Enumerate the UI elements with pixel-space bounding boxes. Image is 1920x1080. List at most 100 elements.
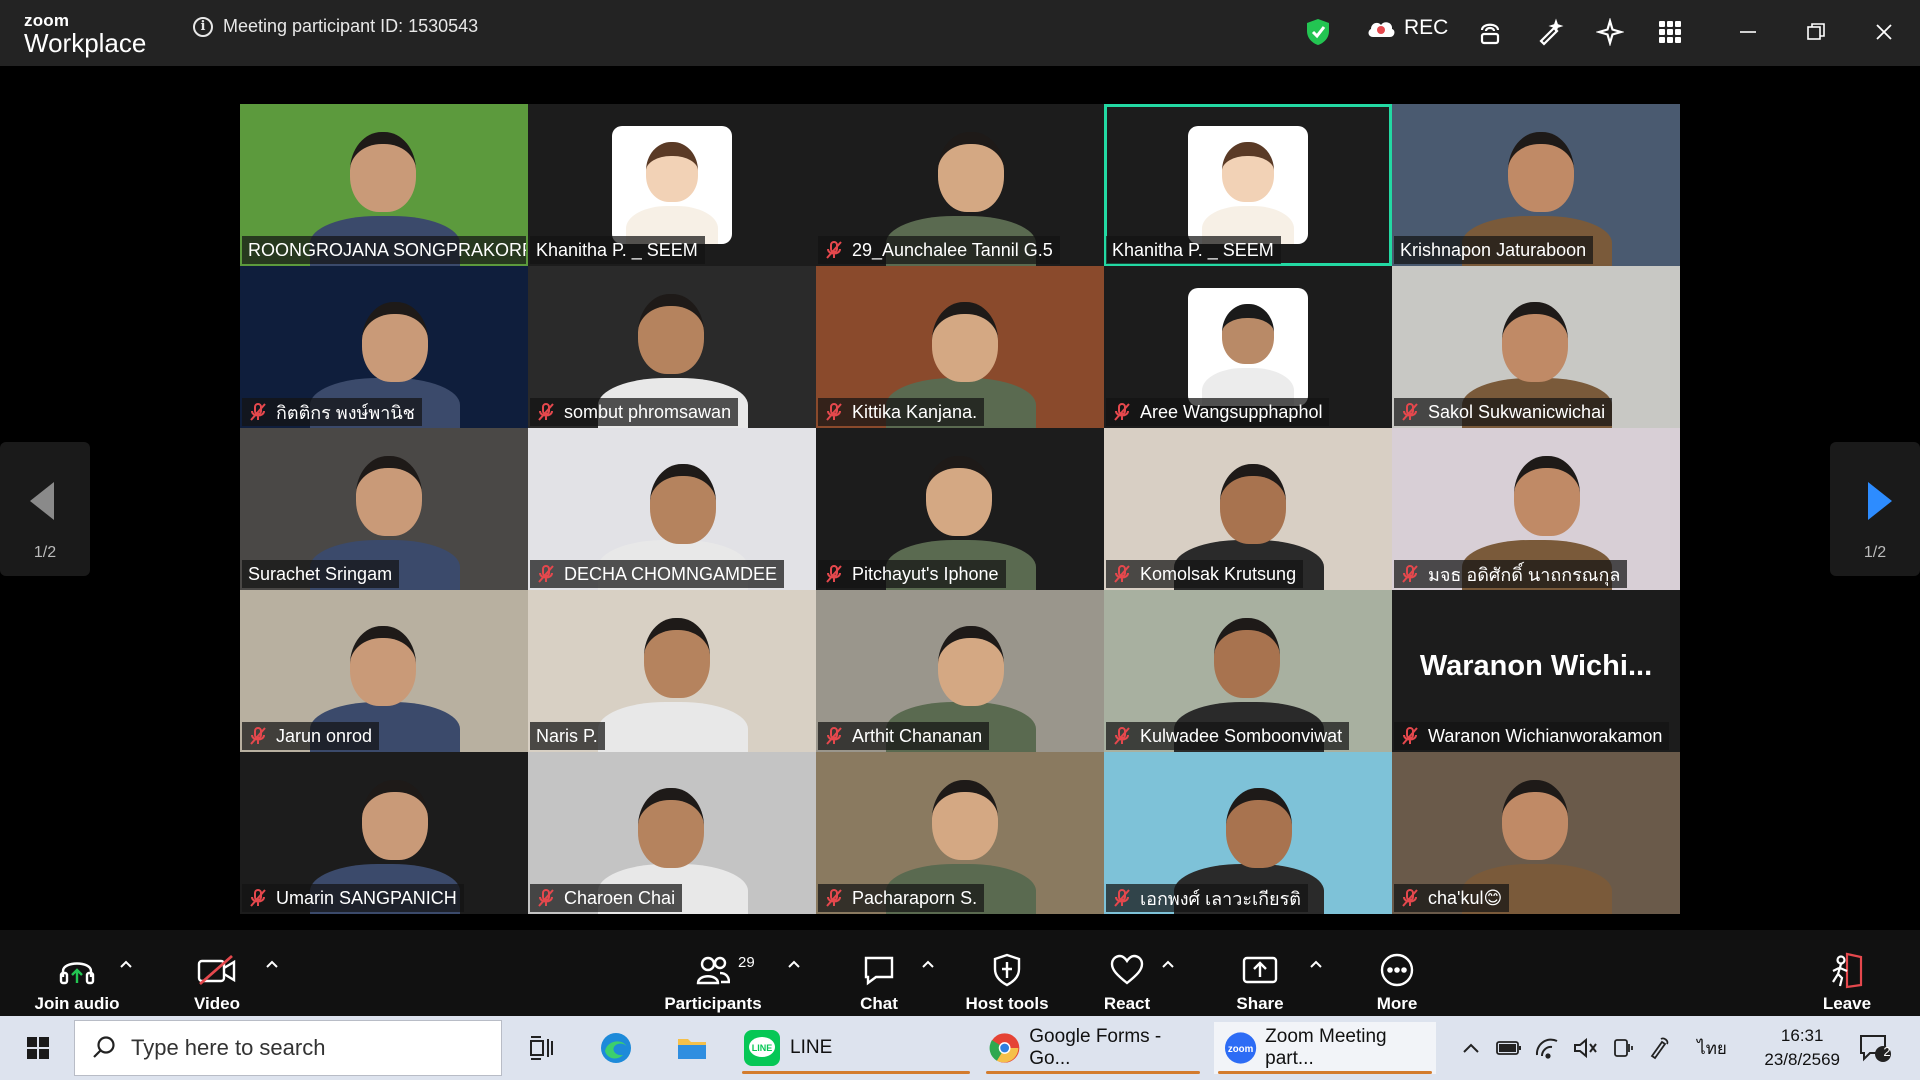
participant-tile[interactable]: cha'kul😊 (1392, 752, 1680, 914)
participant-tile[interactable]: Jarun onrod (240, 590, 528, 752)
participants-options-caret[interactable] (784, 954, 804, 974)
edge-icon (601, 1033, 631, 1063)
taskbar-app-open-indicator (1218, 1071, 1432, 1074)
mic-muted-icon (538, 403, 554, 421)
participant-name: Pacharaporn S. (852, 887, 978, 908)
react-options-caret[interactable] (1158, 954, 1178, 974)
participant-name-label: Jarun onrod (242, 722, 380, 750)
mic-muted-icon (826, 403, 842, 421)
taskbar-app-chrome[interactable]: Google Forms - Go... (982, 1022, 1204, 1074)
participant-tile[interactable]: Charoen Chai (528, 752, 816, 914)
participant-tile[interactable]: ROONGROJANA SONGPRAKORP (240, 104, 528, 266)
tray-overflow-button[interactable] (1454, 1022, 1488, 1074)
pen-menu-icon[interactable] (1642, 1022, 1676, 1074)
volume-muted-icon[interactable] (1568, 1022, 1602, 1074)
participant-name: Sakol Sukwanicwichai (1428, 401, 1606, 422)
phone-link-icon[interactable] (1606, 1022, 1640, 1074)
participant-tile[interactable]: Sakol Sukwanicwichai (1392, 266, 1680, 428)
more-button[interactable]: More (1332, 950, 1462, 1014)
video-label: Video (194, 994, 240, 1013)
participant-tile[interactable]: Pacharaporn S. (816, 752, 1104, 914)
previous-page-button[interactable]: 1/2 (0, 442, 90, 576)
participants-count: 29 (738, 954, 755, 971)
video-options-caret[interactable] (262, 954, 282, 974)
participant-name: มจธ อดิศักดิ์ นาถกรณกุล (1428, 564, 1621, 585)
svg-text:LINE: LINE (752, 1043, 773, 1053)
participant-tile[interactable]: Aree Wangsupphaphol (1104, 266, 1392, 428)
live-transcript-icon[interactable] (1474, 16, 1506, 48)
participant-tile[interactable]: DECHA CHOMNGAMDEE (528, 428, 816, 590)
participant-tile[interactable]: เอกพงศ์ เลาวะเกียรติ (1104, 752, 1392, 914)
wifi-icon[interactable] (1530, 1022, 1564, 1074)
recording-indicator[interactable]: REC (1366, 16, 1448, 40)
mic-muted-icon (826, 241, 842, 259)
battery-icon[interactable] (1492, 1022, 1526, 1074)
edge-browser-button[interactable] (590, 1022, 642, 1074)
mic-muted-icon (1402, 403, 1418, 421)
participant-tile[interactable]: มจธ อดิศักดิ์ นาถกรณกุล (1392, 428, 1680, 590)
mic-muted-icon (1402, 565, 1418, 583)
participant-tile[interactable]: Arthit Chananan (816, 590, 1104, 752)
participant-tile[interactable]: Kulwadee Somboonviwat (1104, 590, 1392, 752)
profile-picture (1188, 126, 1308, 244)
participant-tile[interactable]: Khanitha P. _ SEEM (528, 104, 816, 266)
heart-icon (1110, 954, 1144, 985)
participant-name: 29_Aunchalee Tannil G.5 (852, 239, 1053, 260)
apps-grid-icon[interactable] (1654, 16, 1686, 48)
ai-companion-icon[interactable] (1594, 16, 1626, 48)
participant-name-label: Kittika Kanjana. (818, 398, 985, 426)
host-tools-button[interactable]: Host tools (942, 950, 1072, 1014)
audio-options-caret[interactable] (116, 954, 136, 974)
start-button[interactable] (14, 1022, 62, 1074)
chevron-up-icon (788, 960, 800, 968)
taskbar-app-line[interactable]: LINE LINE (738, 1022, 974, 1074)
participant-tile[interactable]: 29_Aunchalee Tannil G.5 (816, 104, 1104, 266)
participant-tile[interactable]: Pitchayut's Iphone (816, 428, 1104, 590)
participant-name: Aree Wangsupphaphol (1140, 401, 1323, 422)
security-shield-icon[interactable] (1302, 16, 1334, 48)
chevron-up-icon (266, 960, 278, 968)
participant-tile[interactable]: Khanitha P. _ SEEM (1104, 104, 1392, 266)
mic-muted-icon (1114, 889, 1130, 907)
mic-muted-icon (826, 727, 842, 745)
participant-tile[interactable]: Waranon Wichi... Waranon Wichianworakamon (1392, 590, 1680, 752)
participant-tile[interactable]: sombut phromsawan (528, 266, 816, 428)
participant-tile[interactable]: Umarin SANGPANICH (240, 752, 528, 914)
share-options-caret[interactable] (1306, 954, 1326, 974)
participant-tile[interactable]: Komolsak Krutsung (1104, 428, 1392, 590)
minimize-icon[interactable] (1732, 16, 1764, 48)
participant-name-label: Surachet Sringam (242, 560, 400, 588)
taskbar-search-box[interactable]: Type here to search (74, 1020, 502, 1076)
participant-tile[interactable]: Krishnapon Jaturaboon (1392, 104, 1680, 266)
mic-muted-icon (1114, 565, 1130, 583)
task-view-button[interactable] (522, 1022, 562, 1074)
join-audio-label: Join audio (34, 994, 120, 1013)
participants-label: Participants (664, 994, 762, 1013)
taskbar-app-zoom[interactable]: zoom Zoom Meeting part... (1214, 1022, 1436, 1074)
participant-name-label: Pitchayut's Iphone (818, 560, 1006, 588)
participants-button[interactable]: Participants (648, 950, 778, 1014)
close-icon[interactable] (1868, 16, 1900, 48)
input-language-indicator[interactable]: ไทย (1692, 1022, 1732, 1074)
chat-options-caret[interactable] (918, 954, 938, 974)
notifications-button[interactable]: 2 (1852, 1022, 1898, 1074)
chevron-up-icon (1463, 1043, 1479, 1053)
annotate-icon[interactable] (1534, 16, 1566, 48)
taskbar-clock[interactable]: 16:31 23/8/2569 (1764, 1024, 1840, 1072)
more-dots-icon (1380, 953, 1414, 987)
participant-name: Naris P. (536, 725, 598, 746)
meeting-id-info[interactable]: i Meeting participant ID: 1530543 (193, 16, 478, 37)
chevron-up-icon (922, 960, 934, 968)
participant-tile[interactable]: Naris P. (528, 590, 816, 752)
leave-button[interactable]: Leave (1782, 950, 1912, 1014)
restore-icon[interactable] (1800, 16, 1832, 48)
leave-door-icon (1832, 952, 1863, 989)
participant-name: Pitchayut's Iphone (852, 563, 999, 584)
mic-muted-icon (538, 565, 554, 583)
file-explorer-button[interactable] (666, 1022, 718, 1074)
next-page-button[interactable]: 1/2 (1830, 442, 1920, 576)
participant-tile[interactable]: Kittika Kanjana. (816, 266, 1104, 428)
participant-tile[interactable]: กิตติกร พงษ์พานิช (240, 266, 528, 428)
meeting-id-text: Meeting participant ID: 1530543 (223, 16, 479, 36)
participant-tile[interactable]: Surachet Sringam (240, 428, 528, 590)
